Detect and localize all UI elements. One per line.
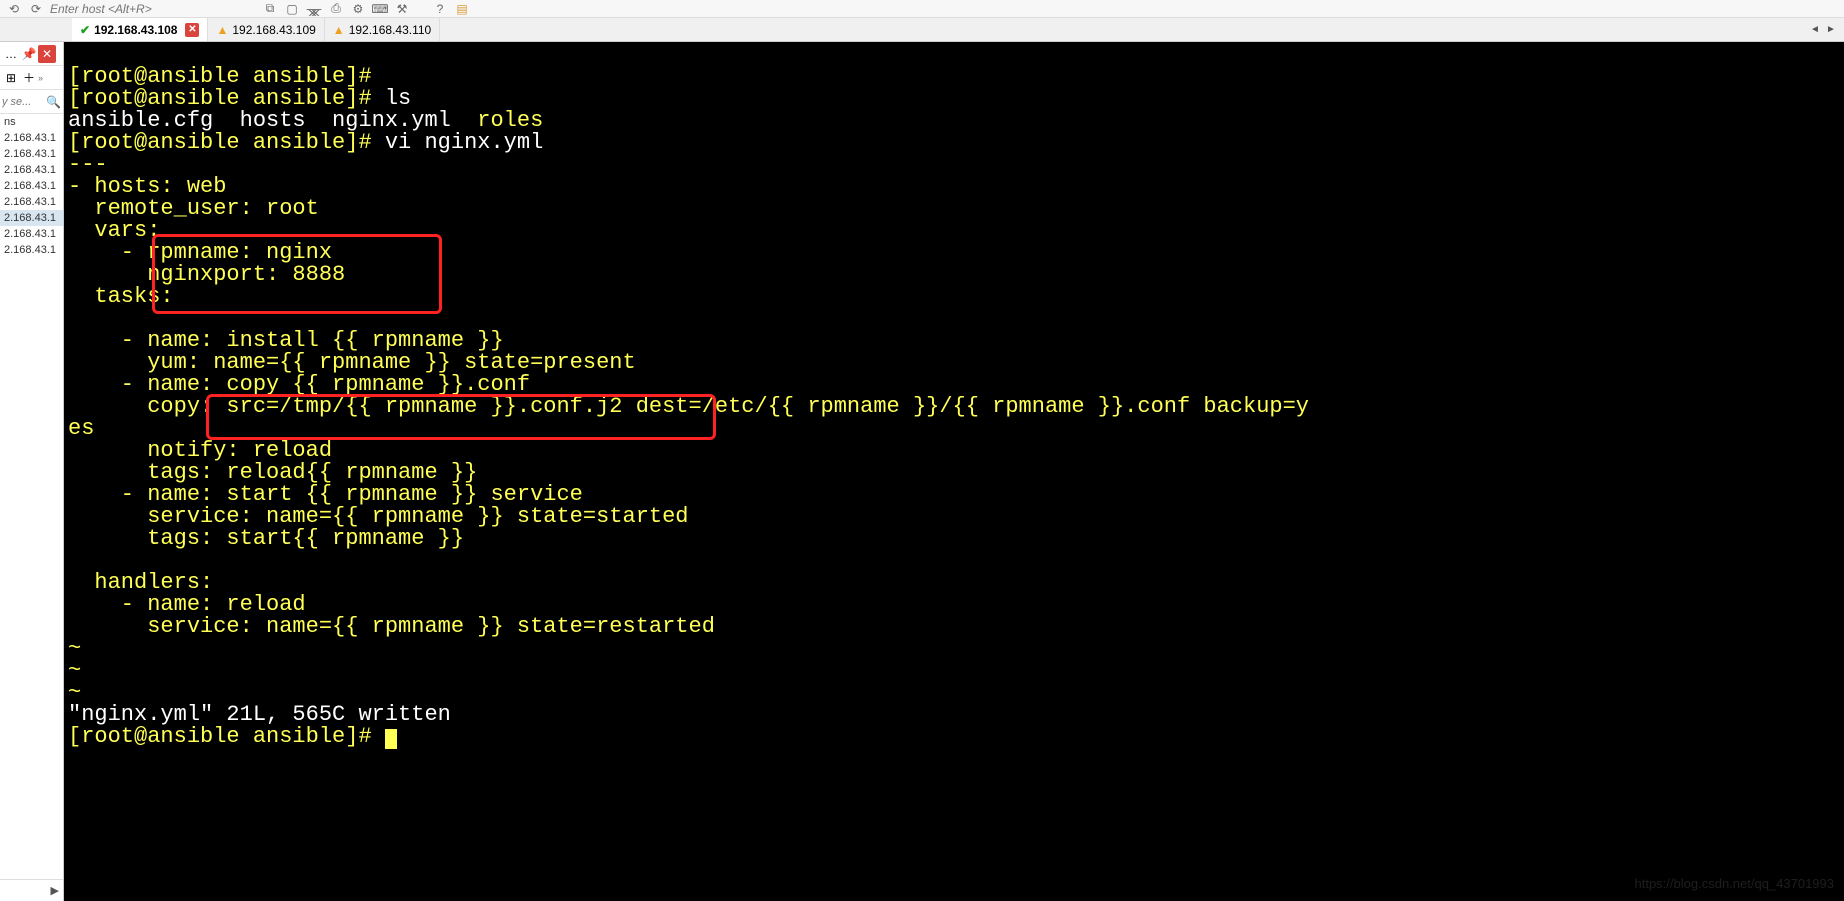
tab-scroll-right-icon[interactable]: ► (1824, 23, 1838, 37)
settings-icon[interactable]: ⚙ (350, 1, 366, 17)
prompt: [root@ansible ansible]# (68, 130, 372, 155)
sidebar-search-input[interactable] (2, 96, 46, 108)
help-icon[interactable]: ? (432, 1, 448, 17)
chevron-right-icon[interactable]: » (38, 73, 43, 83)
close-icon[interactable]: ✕ (185, 23, 199, 37)
yaml-line: copy: src=/tmp/{{ rpmname }}.conf.j2 des… (68, 394, 1309, 419)
tab-scroll-left-icon[interactable]: ◄ (1808, 23, 1822, 37)
copy-icon[interactable]: ⧉ (262, 1, 278, 17)
search-icon[interactable]: 🔍 (46, 95, 61, 109)
yaml-line: service: name={{ rpmname }} state=restar… (68, 614, 715, 639)
tab-session-2[interactable]: ▲ 192.168.43.109 (208, 18, 324, 41)
cmd-vi: vi nginx.yml (372, 130, 544, 155)
tab-scroll-controls: ◄ ► (1808, 18, 1844, 41)
reconnect-icon[interactable]: ⟳ (28, 1, 44, 17)
check-icon: ✔ (80, 23, 90, 37)
list-item[interactable]: 2.168.43.1 (0, 226, 63, 242)
watermark: https://blog.csdn.net/qq_43701993 (1635, 873, 1835, 895)
list-item[interactable]: 2.168.43.1 (0, 146, 63, 162)
host-input[interactable] (50, 2, 190, 16)
paste-icon[interactable]: ▢ (284, 1, 300, 17)
print-icon[interactable]: ⎙ (328, 1, 344, 17)
warn-icon: ▲ (333, 23, 345, 37)
tab-session-1[interactable]: ✔ 192.168.43.108 ✕ (72, 18, 208, 41)
tab-label: 192.168.43.108 (94, 23, 177, 37)
cursor (385, 729, 397, 749)
pin-icon[interactable]: … (2, 45, 20, 63)
sidebar-close-icon[interactable]: ✕ (38, 45, 56, 63)
terminal-output[interactable]: [root@ansible ansible]# [root@ansible an… (64, 42, 1844, 901)
list-item[interactable]: 2.168.43.1 (0, 242, 63, 258)
list-item[interactable]: 2.168.43.1 (0, 210, 63, 226)
tools-icon[interactable]: ⚒ (394, 1, 410, 17)
sidebar-collapse-icon[interactable]: ▶ (51, 884, 59, 897)
folder-icon[interactable]: ▤ (454, 1, 470, 17)
main-toolbar: ⟲ ⟳ ⧉ ▢ ᚘ ⎙ ⚙ ⌨ ⚒ ? ▤ (0, 0, 1844, 18)
tab-label: 192.168.43.110 (349, 23, 432, 37)
list-item[interactable]: 2.168.43.1 (0, 130, 63, 146)
session-group[interactable]: ns (0, 114, 63, 130)
list-item[interactable]: 2.168.43.1 (0, 194, 63, 210)
session-list: ns 2.168.43.1 2.168.43.1 2.168.43.1 2.16… (0, 114, 63, 879)
session-tab-bar: ✔ 192.168.43.108 ✕ ▲ 192.168.43.109 ▲ 19… (0, 18, 1844, 42)
list-item[interactable]: 2.168.43.1 (0, 178, 63, 194)
arrange-icon[interactable]: ⊞ (2, 69, 20, 87)
warn-icon: ▲ (216, 23, 228, 37)
tab-label: 192.168.43.109 (232, 23, 315, 37)
main-row: … 📌 ✕ ⊞ ＋ » 🔍 ns 2.168.43.1 2.168.43.1 2… (0, 42, 1844, 901)
keyboard-icon[interactable]: ⌨ (372, 1, 388, 17)
yaml-line: tasks: (68, 284, 174, 309)
add-session-icon[interactable]: ＋ (20, 69, 38, 87)
prompt: [root@ansible ansible]# (68, 724, 372, 749)
yaml-line: tags: start{{ rpmname }} (68, 526, 464, 551)
find-icon[interactable]: ᚘ (306, 1, 322, 17)
disconnect-icon[interactable]: ⟲ (6, 1, 22, 17)
pushpin-icon[interactable]: 📌 (20, 45, 38, 63)
session-sidebar: … 📌 ✕ ⊞ ＋ » 🔍 ns 2.168.43.1 2.168.43.1 2… (0, 42, 64, 901)
tab-session-3[interactable]: ▲ 192.168.43.110 (325, 18, 440, 41)
list-item[interactable]: 2.168.43.1 (0, 162, 63, 178)
